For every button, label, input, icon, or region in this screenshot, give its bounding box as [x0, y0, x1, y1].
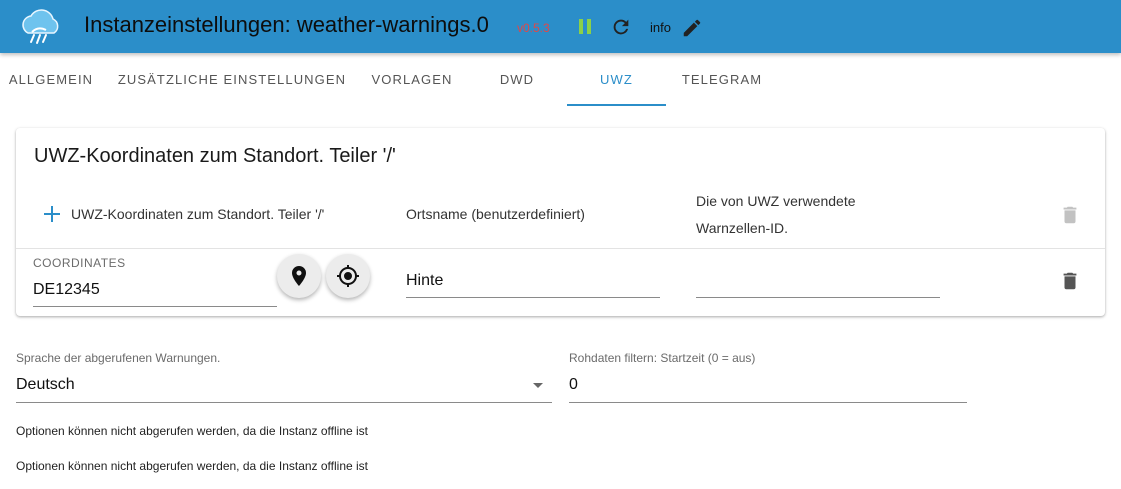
row-divider — [16, 248, 1105, 249]
app-header: Instanzeinstellungen: weather-warnings.0… — [0, 0, 1121, 53]
version-badge: v0.5.3 — [517, 21, 550, 35]
offline-message-2: Optionen können nicht abgerufen werden, … — [16, 459, 369, 473]
column-header-warncell-line1: Die von UWZ verwendete — [696, 193, 856, 209]
coordinates-input[interactable]: DE12345 — [33, 281, 100, 299]
weather-cloud-logo-icon — [22, 9, 59, 44]
gps-crosshair-icon — [337, 265, 359, 287]
column-header-coordinates: UWZ-Koordinaten zum Standort. Teiler '/' — [71, 206, 325, 222]
card-title: UWZ-Koordinaten zum Standort. Teiler '/' — [34, 145, 396, 167]
map-marker-icon — [292, 266, 306, 286]
location-name-underline — [406, 297, 660, 298]
tab-vorlagen[interactable]: VORLAGEN — [362, 53, 462, 107]
tab-allgemein[interactable]: ALLGEMEIN — [0, 53, 102, 107]
offline-message-1: Optionen können nicht abgerufen werden, … — [16, 424, 369, 438]
pick-location-button[interactable] — [277, 254, 321, 298]
info-label[interactable]: info — [650, 20, 671, 35]
tab-telegram[interactable]: TELEGRAM — [672, 53, 772, 107]
raw-filter-underline — [569, 402, 967, 403]
tab-dwd[interactable]: DWD — [472, 53, 562, 107]
raw-filter-input[interactable]: 0 — [569, 376, 578, 394]
page-title: Instanzeinstellungen: weather-warnings.0 — [84, 12, 489, 37]
location-name-input[interactable]: Hinte — [406, 272, 443, 290]
tab-bar: ALLGEMEIN ZUSÄTZLICHE EINSTELLUNGEN VORL… — [0, 53, 1121, 107]
chevron-down-icon[interactable] — [532, 382, 544, 390]
delete-row-icon[interactable] — [1059, 270, 1081, 292]
coordinates-label: COORDINATES — [33, 256, 126, 270]
coordinates-table-card: UWZ-Koordinaten zum Standort. Teiler '/' — [16, 128, 1105, 316]
column-header-warncell-line2: Warnzellen-ID. — [696, 220, 789, 236]
warncell-id-underline — [696, 297, 940, 298]
tab-uwz[interactable]: UWZ — [567, 53, 666, 107]
language-select[interactable]: Deutsch — [16, 376, 75, 394]
column-header-location-name: Ortsname (benutzerdefiniert) — [406, 206, 585, 222]
pause-icon[interactable] — [577, 18, 593, 35]
delete-all-icon[interactable] — [1059, 204, 1081, 226]
coordinates-input-underline — [33, 306, 277, 307]
language-label: Sprache der abgerufenen Warnungen. — [16, 351, 221, 365]
raw-filter-label: Rohdaten filtern: Startzeit (0 = aus) — [569, 351, 756, 365]
active-tab-indicator — [567, 104, 666, 106]
refresh-icon[interactable] — [610, 16, 632, 38]
language-select-underline — [16, 402, 552, 403]
add-row-icon[interactable] — [43, 205, 61, 223]
use-current-location-button[interactable] — [326, 254, 370, 298]
tab-zusaetzliche-einstellungen[interactable]: ZUSÄTZLICHE EINSTELLUNGEN — [112, 53, 352, 107]
edit-icon[interactable] — [681, 17, 703, 39]
